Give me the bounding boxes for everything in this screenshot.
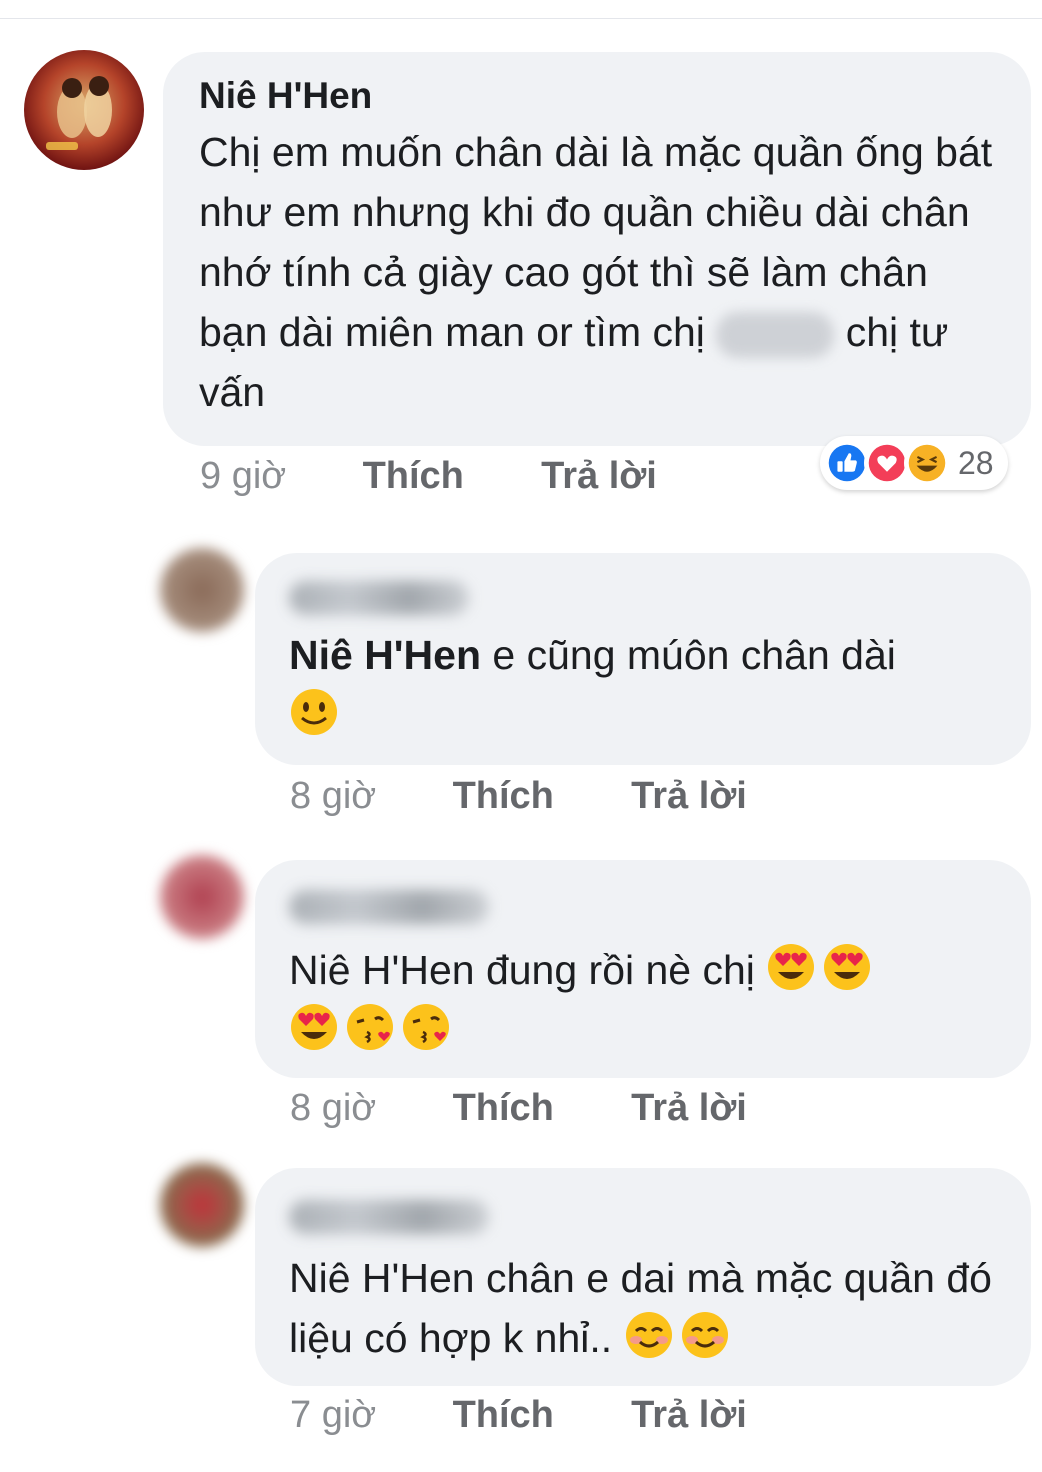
kiss-emoji	[347, 1004, 393, 1050]
comment-bubble: Niê H'Hen e cũng múôn chân dài	[255, 553, 1031, 765]
heart-eyes-emoji	[824, 944, 871, 990]
avatar[interactable]	[160, 1163, 244, 1247]
comment-meta: 8 giờ Thích Trả lời	[290, 775, 747, 818]
smile-emoji	[291, 689, 337, 735]
comment-bubble: Niê H'Hen chân e dai mà mặc quần đó liệu…	[255, 1168, 1031, 1386]
redacted-name	[716, 312, 835, 359]
avatar-image	[46, 76, 112, 150]
comment-meta: 8 giờ Thích Trả lời	[290, 1087, 747, 1130]
top-divider	[0, 18, 1042, 19]
comment-text: Niê H'Hen e cũng múôn chân dài	[289, 625, 1009, 745]
comment-text: Niê H'Hen đung rồi nè chị	[289, 940, 1009, 1060]
redacted-author	[289, 1200, 489, 1234]
comment-author[interactable]: Niê H'Hen	[199, 74, 995, 118]
like-button[interactable]: Thích	[363, 455, 531, 498]
mention-link[interactable]: Niê H'Hen	[289, 632, 481, 678]
like-button[interactable]: Thích	[453, 1087, 621, 1130]
comment-text-body: Niê H'Hen đung rồi nè chị	[289, 947, 755, 993]
redacted-author	[289, 581, 469, 615]
like-button[interactable]: Thích	[453, 775, 621, 818]
redacted-author	[289, 890, 489, 924]
kiss-emoji	[403, 1004, 449, 1050]
avatar[interactable]	[160, 855, 244, 939]
blush-emoji	[625, 1312, 672, 1358]
reply-button[interactable]: Trả lời	[631, 1394, 747, 1437]
comment-meta: 7 giờ Thích Trả lời	[290, 1394, 747, 1437]
reaction-count: 28	[958, 444, 994, 481]
comment-text: Niê H'Hen chân e dai mà mặc quần đó liệu…	[289, 1248, 1009, 1368]
comment-time[interactable]: 9 giờ	[200, 455, 352, 498]
haha-icon	[904, 440, 950, 486]
heart-eyes-emoji	[291, 1004, 337, 1050]
comment-bubble: Niê H'Hen đung rồi nè chị	[255, 860, 1031, 1078]
comment-text: Chị em muốn chân dài là mặc quần ống bát…	[199, 122, 995, 422]
blush-emoji	[681, 1312, 728, 1358]
like-button[interactable]: Thích	[453, 1394, 621, 1437]
reply-button[interactable]: Trả lời	[631, 775, 747, 818]
avatar[interactable]	[160, 548, 244, 632]
reply-button[interactable]: Trả lời	[541, 455, 657, 498]
heart-eyes-emoji	[768, 944, 815, 990]
reaction-summary[interactable]: 28	[820, 436, 1008, 490]
comment-time[interactable]: 8 giờ	[290, 1087, 442, 1130]
comment-bubble: Niê H'Hen Chị em muốn chân dài là mặc qu…	[163, 52, 1031, 446]
comment-time[interactable]: 8 giờ	[290, 775, 442, 818]
comment-text-body: e cũng múôn chân dài	[481, 632, 896, 678]
comment-meta: 9 giờ Thích Trả lời	[200, 455, 657, 498]
comment-time[interactable]: 7 giờ	[290, 1394, 442, 1437]
avatar[interactable]	[24, 50, 144, 170]
reply-button[interactable]: Trả lời	[631, 1087, 747, 1130]
